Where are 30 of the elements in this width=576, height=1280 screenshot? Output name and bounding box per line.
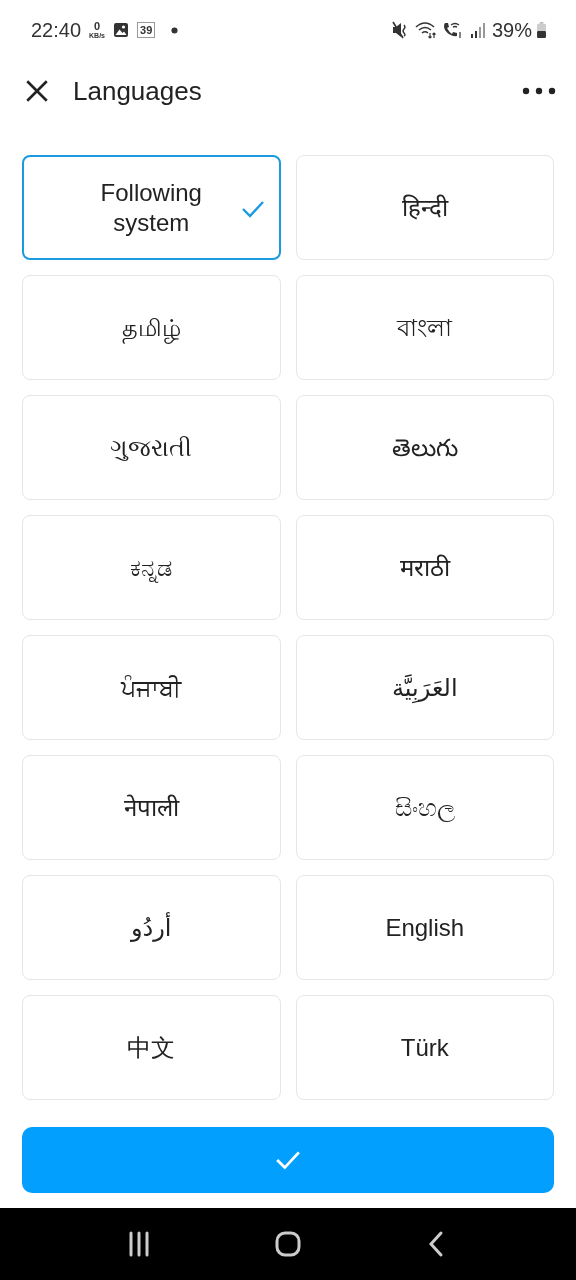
status-time: 22:40 (31, 18, 82, 42)
language-option[interactable]: తెలుగు (295, 395, 554, 500)
language-option[interactable]: ಕನ್ನಡ (22, 515, 281, 620)
language-option[interactable]: أردُو (22, 875, 281, 980)
language-option[interactable]: Following system (22, 155, 281, 260)
language-option[interactable]: English (295, 875, 554, 980)
battery-icon (537, 22, 546, 38)
notification-badge: 39 (137, 21, 156, 39)
image-icon (113, 22, 129, 38)
page-title: Languages (73, 75, 203, 107)
language-option[interactable]: ગુજરાતી (22, 395, 281, 500)
language-option[interactable]: Türk (295, 995, 554, 1100)
language-option[interactable]: বাংলা (295, 275, 554, 380)
network-speed-value: 0 (93, 21, 101, 32)
signal-icon (468, 21, 487, 39)
language-option[interactable]: தமிழ் (22, 275, 281, 380)
language-option[interactable]: සිංහල (295, 755, 554, 860)
close-button[interactable] (24, 78, 50, 104)
language-option[interactable]: हिन्दी (295, 155, 554, 260)
language-option[interactable]: العَرَبِيَّة (295, 635, 554, 740)
language-option[interactable]: 中文 (22, 995, 281, 1100)
language-option[interactable]: ਪੰਜਾਬੀ (22, 635, 281, 740)
language-option[interactable]: नेपाली (22, 755, 281, 860)
more-options-button[interactable] (522, 87, 556, 95)
wifi-icon (414, 21, 437, 39)
home-icon[interactable] (274, 1230, 302, 1258)
dot-icon (171, 26, 179, 34)
language-option[interactable]: मराठी (295, 515, 554, 620)
wifi-calling-icon (441, 21, 464, 39)
battery-percentage: 39% (491, 18, 532, 42)
